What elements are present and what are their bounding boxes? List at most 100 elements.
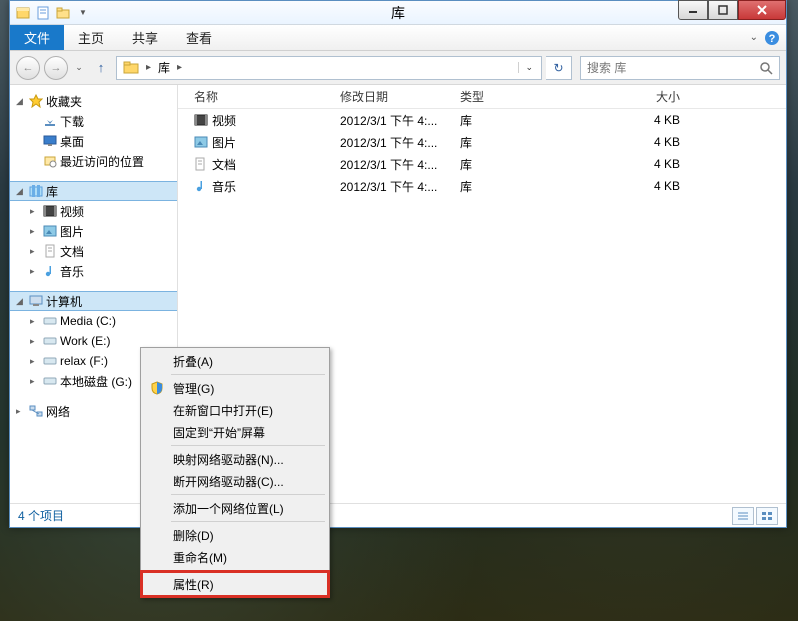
separator [171,521,325,522]
collapse-icon[interactable]: ◢ [16,296,26,307]
column-name[interactable]: 名称 [194,88,340,105]
sidebar-item-videos[interactable]: ▸ 视频 [10,201,177,221]
refresh-button[interactable]: ↻ [546,56,572,80]
separator [171,374,325,375]
expand-icon[interactable]: ▸ [30,376,40,387]
computer-icon [28,293,44,309]
expand-icon[interactable]: ▸ [30,226,40,237]
picture-icon [194,136,212,148]
menu-item-add-location[interactable]: 添加一个网络位置(L) [143,497,327,519]
menu-item-properties[interactable]: 属性(R) [143,573,327,595]
new-folder-icon[interactable] [54,4,72,22]
expand-icon[interactable]: ▸ [30,316,40,327]
libraries-label: 库 [46,183,58,200]
sidebar-item-downloads[interactable]: 下载 [10,111,177,131]
minimize-button[interactable] [678,0,708,20]
drive-icon [42,333,58,349]
favorites-label: 收藏夹 [46,93,82,110]
window-controls [678,0,786,20]
item-count: 4 个项目 [18,507,64,524]
column-type[interactable]: 类型 [460,88,580,105]
expand-icon[interactable]: ▸ [30,356,40,367]
tab-home[interactable]: 主页 [64,25,118,50]
library-icon [28,183,44,199]
music-icon [42,263,58,279]
menu-item-delete[interactable]: 删除(D) [143,524,327,546]
star-icon [28,93,44,109]
menu-item-manage[interactable]: 管理(G) [143,377,327,399]
up-button[interactable]: ↑ [90,57,112,79]
help-icon[interactable]: ? [764,30,780,46]
address-bar: ← → ⌄ ↑ ▸ 库 ▸ ⌄ ↻ 搜索 库 [10,51,786,85]
breadcrumb[interactable]: ▸ 库 ▸ ⌄ [116,56,542,80]
download-icon [42,113,58,129]
search-icon[interactable] [759,61,773,75]
search-placeholder: 搜索 库 [587,59,626,76]
properties-icon[interactable] [34,4,52,22]
expand-icon[interactable]: ▸ [30,246,40,257]
library-icon [14,4,32,22]
ribbon-expand-icon[interactable]: ⌄ [750,32,758,43]
sidebar-item-music[interactable]: ▸ 音乐 [10,261,177,281]
drive-icon [42,313,58,329]
desktop-icon [42,133,58,149]
picture-icon [42,223,58,239]
maximize-button[interactable] [708,0,738,20]
collapse-icon[interactable]: ◢ [16,96,26,107]
content-area: ◢ 收藏夹 下载 桌面 [10,85,786,503]
video-icon [42,203,58,219]
document-icon [42,243,58,259]
list-item[interactable]: 音乐 2012/3/1 下午 4:... 库 4 KB [178,175,786,197]
column-date[interactable]: 修改日期 [340,88,460,105]
list-item[interactable]: 文档 2012/3/1 下午 4:... 库 4 KB [178,153,786,175]
list-item[interactable]: 视频 2012/3/1 下午 4:... 库 4 KB [178,109,786,131]
tab-file[interactable]: 文件 [10,25,64,50]
window-title: 库 [10,3,786,23]
favorites-node[interactable]: ◢ 收藏夹 [10,91,177,111]
column-size[interactable]: 大小 [580,88,700,105]
menu-item-new-window[interactable]: 在新窗口中打开(E) [143,399,327,421]
close-button[interactable] [738,0,786,20]
expand-icon[interactable]: ▸ [30,206,40,217]
expand-icon[interactable]: ▸ [16,406,26,417]
breadcrumb-segment[interactable]: 库 [154,59,174,76]
separator [171,445,325,446]
chevron-right-icon[interactable]: ▸ [174,62,185,73]
icons-view-button[interactable] [756,507,778,525]
menu-item-collapse[interactable]: 折叠(A) [143,350,327,372]
menu-item-pin-start[interactable]: 固定到“开始”屏幕 [143,421,327,443]
details-view-button[interactable] [732,507,754,525]
column-headers[interactable]: 名称 修改日期 类型 大小 [178,85,786,109]
menu-item-rename[interactable]: 重命名(M) [143,546,327,568]
libraries-node[interactable]: ◢ 库 [10,181,177,201]
back-button[interactable]: ← [16,56,40,80]
computer-node[interactable]: ◢ 计算机 [10,291,177,311]
nav-history-dropdown[interactable]: ⌄ [72,58,86,78]
address-dropdown-icon[interactable]: ⌄ [518,62,539,73]
expand-icon[interactable]: ▸ [30,336,40,347]
recent-icon [42,153,58,169]
breadcrumb-root-icon[interactable] [119,61,143,75]
forward-button[interactable]: → [44,56,68,80]
sidebar-item-desktop[interactable]: 桌面 [10,131,177,151]
tab-share[interactable]: 共享 [118,25,172,50]
expand-icon[interactable]: ▸ [30,266,40,277]
network-icon [28,403,44,419]
sidebar-item-drive-c[interactable]: ▸ Media (C:) [10,311,177,331]
collapse-icon[interactable]: ◢ [16,186,26,197]
sidebar-item-documents[interactable]: ▸ 文档 [10,241,177,261]
chevron-right-icon[interactable]: ▸ [143,62,154,73]
list-item[interactable]: 图片 2012/3/1 下午 4:... 库 4 KB [178,131,786,153]
search-input[interactable]: 搜索 库 [580,56,780,80]
status-bar: 4 个项目 [10,503,786,527]
menu-item-map-drive[interactable]: 映射网络驱动器(N)... [143,448,327,470]
tab-view[interactable]: 查看 [172,25,226,50]
sidebar-item-pictures[interactable]: ▸ 图片 [10,221,177,241]
document-icon [194,157,212,171]
explorer-window: ▼ 库 文件 主页 共享 查看 ⌄ ? ← → ⌄ ↑ ▸ [9,0,787,528]
separator [171,494,325,495]
qat-dropdown-icon[interactable]: ▼ [74,4,92,22]
sidebar-item-recent[interactable]: 最近访问的位置 [10,151,177,171]
menu-item-disconnect-drive[interactable]: 断开网络驱动器(C)... [143,470,327,492]
titlebar[interactable]: ▼ 库 [10,1,786,25]
